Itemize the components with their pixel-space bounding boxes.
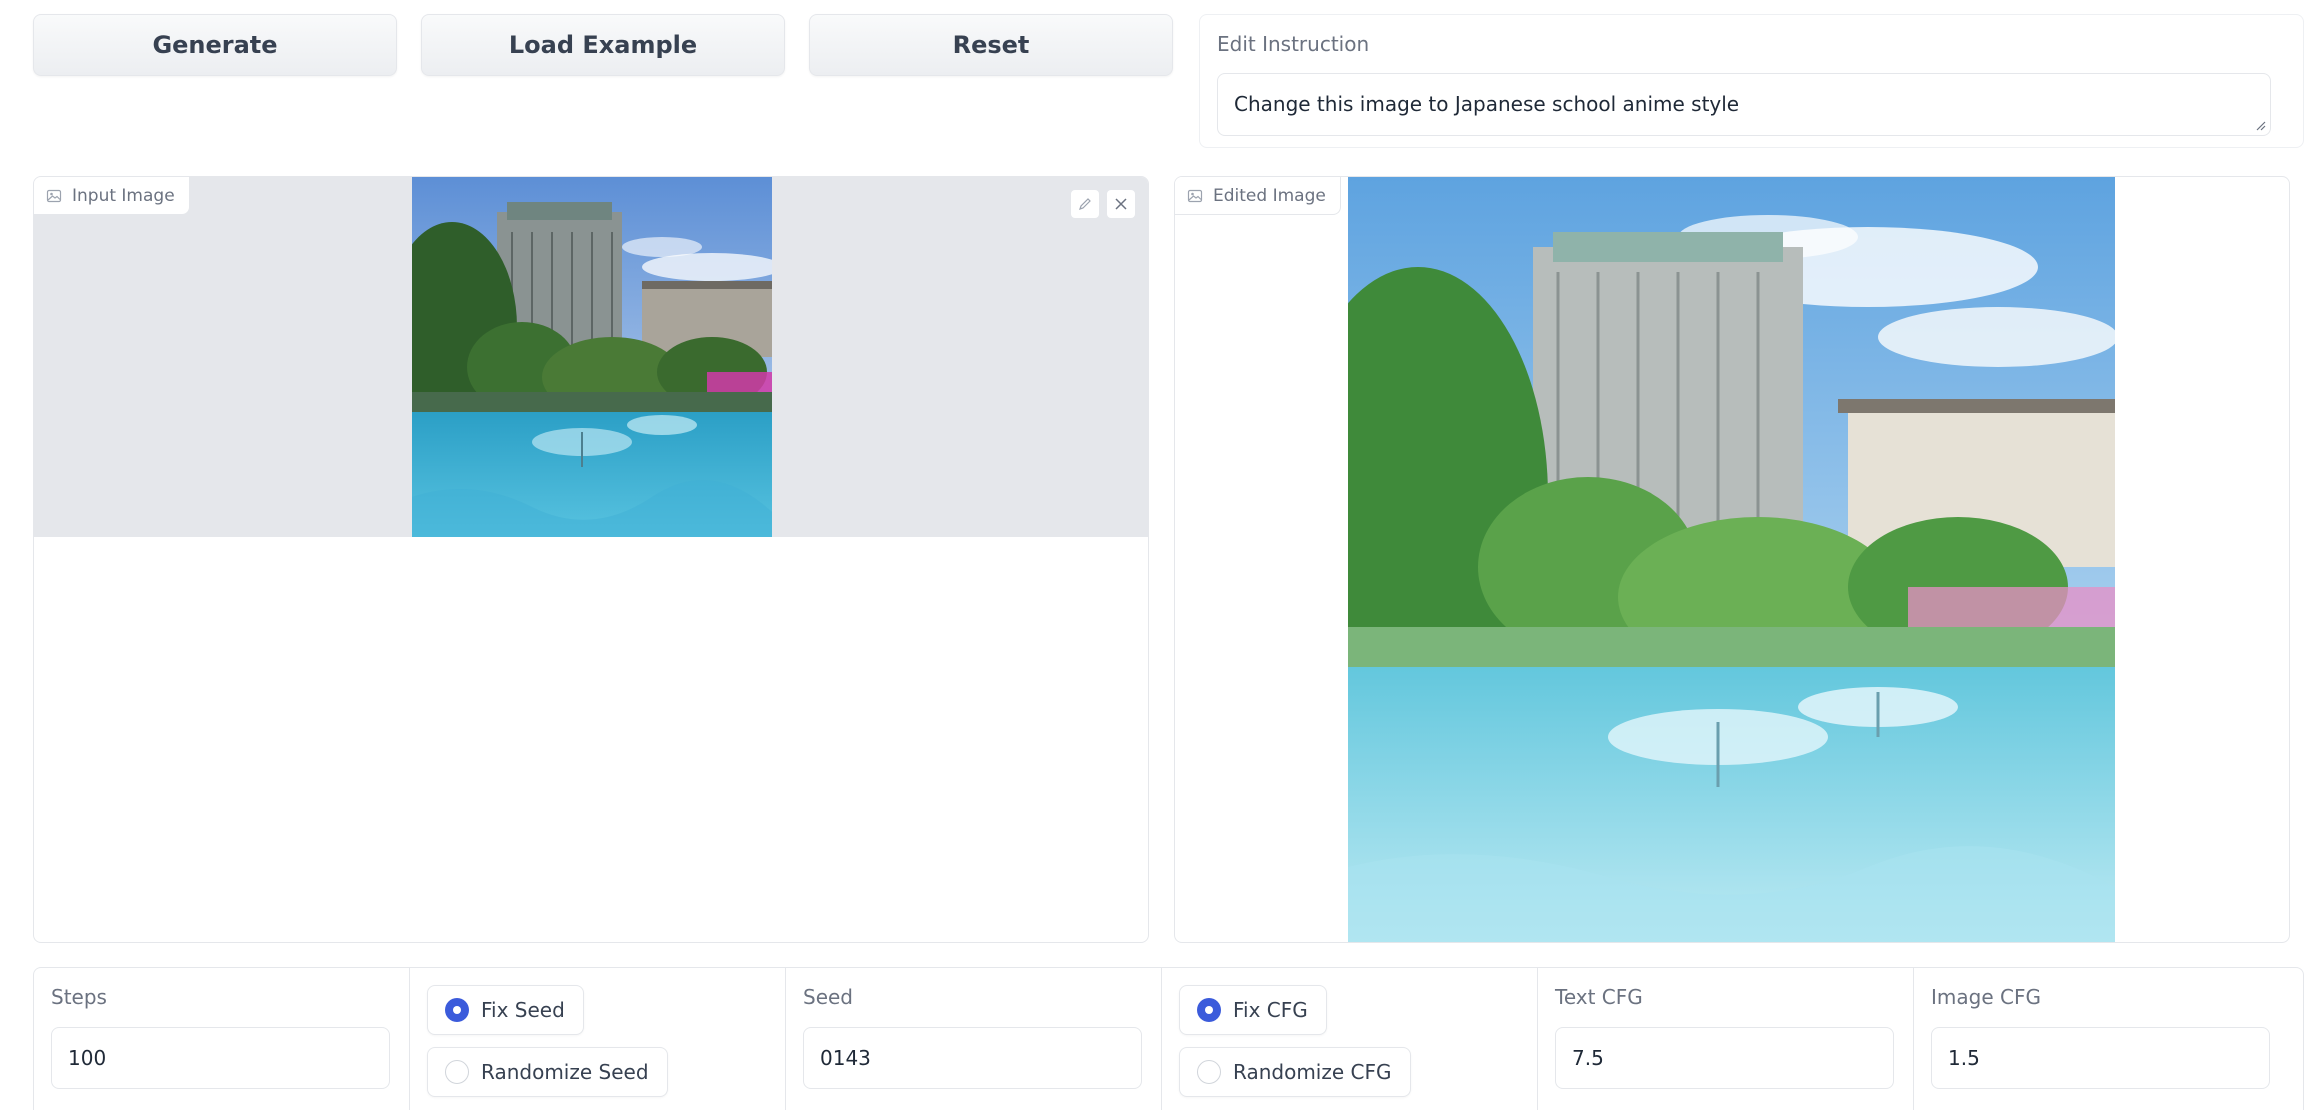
seed-input[interactable]: 0143 bbox=[803, 1027, 1142, 1089]
close-icon bbox=[1115, 198, 1127, 210]
steps-control: Steps 100 bbox=[34, 968, 410, 1110]
edit-instruction-panel: Edit Instruction Change this image to Ja… bbox=[1199, 14, 2304, 148]
radio-unselected-icon bbox=[1197, 1060, 1221, 1084]
fix-seed-label: Fix Seed bbox=[481, 998, 565, 1022]
edit-instruction-text: Change this image to Japanese school ani… bbox=[1234, 92, 1740, 116]
steps-input[interactable]: 100 bbox=[51, 1027, 390, 1089]
seed-mode-control: Fix Seed Randomize Seed bbox=[410, 968, 786, 1110]
edit-instruction-label: Edit Instruction bbox=[1217, 32, 1370, 56]
clear-image-button[interactable] bbox=[1106, 189, 1136, 219]
edited-image-tag: Edited Image bbox=[1175, 177, 1341, 215]
radio-selected-icon bbox=[1197, 998, 1221, 1022]
fix-cfg-label: Fix CFG bbox=[1233, 998, 1308, 1022]
radio-selected-icon bbox=[445, 998, 469, 1022]
edit-image-button[interactable] bbox=[1070, 189, 1100, 219]
text-cfg-label: Text CFG bbox=[1555, 985, 1643, 1009]
input-photo bbox=[412, 177, 772, 537]
randomize-seed-radio[interactable]: Randomize Seed bbox=[427, 1047, 668, 1097]
seed-label: Seed bbox=[803, 985, 853, 1009]
edited-image-panel: Edited Image bbox=[1174, 176, 2290, 943]
input-image-label: Input Image bbox=[72, 185, 175, 206]
randomize-seed-label: Randomize Seed bbox=[481, 1060, 649, 1084]
image-icon bbox=[46, 189, 62, 202]
text-cfg-input[interactable]: 7.5 bbox=[1555, 1027, 1894, 1089]
randomize-cfg-label: Randomize CFG bbox=[1233, 1060, 1392, 1084]
fix-cfg-radio[interactable]: Fix CFG bbox=[1179, 985, 1327, 1035]
input-image-panel[interactable]: Input Image bbox=[33, 176, 1149, 943]
seed-control: Seed 0143 bbox=[786, 968, 1162, 1110]
fix-seed-radio[interactable]: Fix Seed bbox=[427, 985, 584, 1035]
input-image-tag: Input Image bbox=[34, 177, 190, 215]
randomize-cfg-radio[interactable]: Randomize CFG bbox=[1179, 1047, 1411, 1097]
image-icon bbox=[1187, 189, 1203, 202]
image-cfg-label: Image CFG bbox=[1931, 985, 2041, 1009]
radio-unselected-icon bbox=[445, 1060, 469, 1084]
cfg-mode-control: Fix CFG Randomize CFG bbox=[1162, 968, 1538, 1110]
steps-label: Steps bbox=[51, 985, 107, 1009]
load-example-button[interactable]: Load Example bbox=[421, 14, 785, 76]
image-cfg-input[interactable]: 1.5 bbox=[1931, 1027, 2270, 1089]
edited-photo bbox=[1348, 177, 2115, 942]
image-cfg-control: Image CFG 1.5 bbox=[1914, 968, 2290, 1110]
pencil-icon bbox=[1079, 198, 1091, 210]
parameters-row: Steps 100 Fix Seed Randomize Seed Seed 0… bbox=[33, 967, 2304, 1110]
resize-grip-icon[interactable] bbox=[2254, 119, 2266, 131]
generate-button[interactable]: Generate bbox=[33, 14, 397, 76]
edited-image-label: Edited Image bbox=[1213, 185, 1326, 206]
reset-button[interactable]: Reset bbox=[809, 14, 1173, 76]
text-cfg-control: Text CFG 7.5 bbox=[1538, 968, 1914, 1110]
edit-instruction-input[interactable]: Change this image to Japanese school ani… bbox=[1217, 73, 2271, 136]
